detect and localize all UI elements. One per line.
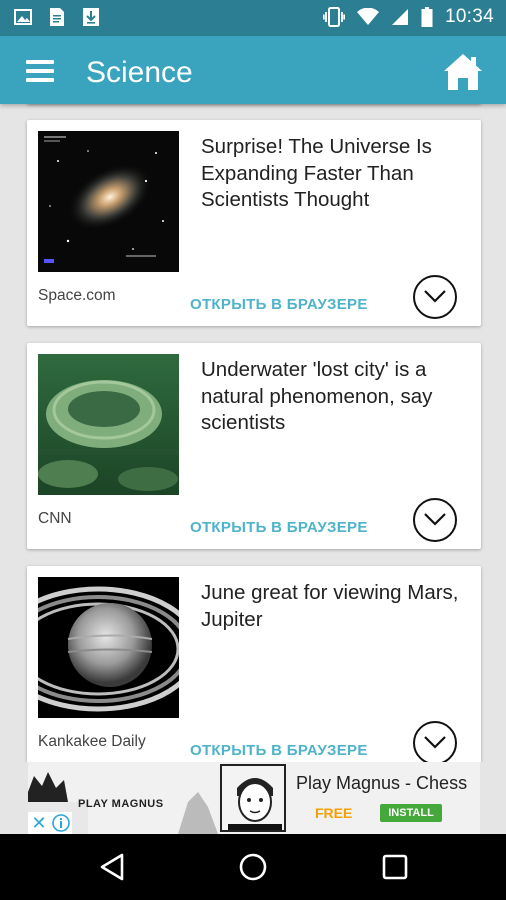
article-card[interactable]: Underwater 'lost city' is a natural phen…	[27, 343, 481, 549]
article-source: CNN	[38, 510, 72, 527]
status-bar: 10:34	[0, 0, 506, 36]
page-title: Science	[86, 56, 193, 89]
chess-champion-portrait	[220, 764, 286, 832]
app-bar: Science	[0, 36, 506, 104]
ad-install-button[interactable]: INSTALL	[380, 804, 442, 822]
vibrate-icon	[322, 7, 345, 27]
home-circle-icon[interactable]	[238, 852, 268, 882]
back-icon[interactable]	[98, 852, 128, 882]
chevron-down-icon[interactable]	[413, 721, 457, 762]
article-title[interactable]: June great for viewing Mars, Jupiter	[201, 580, 471, 633]
open-in-browser-link[interactable]: ОТКРЫТЬ В БРАУЗЕРЕ	[190, 296, 368, 313]
document-icon	[50, 8, 64, 26]
home-icon[interactable]	[442, 52, 484, 92]
underwater-formation-image	[38, 354, 179, 495]
chevron-down-icon[interactable]	[413, 498, 457, 542]
open-in-browser-link[interactable]: ОТКРЫТЬ В БРАУЗЕРЕ	[190, 742, 368, 759]
ad-price: FREE	[315, 805, 353, 821]
article-card[interactable]: Surprise! The Universe Is Expanding Fast…	[27, 120, 481, 326]
galaxy-image	[38, 131, 179, 272]
ad-logo: PLAY MAGNUS	[78, 798, 164, 810]
article-card[interactable]: June great for viewing Mars, Jupiter Kan…	[27, 566, 481, 762]
clock: 10:34	[444, 6, 494, 27]
article-title[interactable]: Underwater 'lost city' is a natural phen…	[201, 357, 471, 437]
open-in-browser-link[interactable]: ОТКРЫТЬ В БРАУЗЕРЕ	[190, 519, 368, 536]
navigation-bar	[0, 834, 506, 900]
article-source: Space.com	[38, 287, 116, 304]
chevron-down-icon[interactable]	[413, 275, 457, 319]
image-icon	[14, 9, 32, 25]
ad-title[interactable]: Play Magnus - Chess	[296, 773, 467, 794]
wifi-icon	[356, 8, 379, 25]
hamburger-menu-icon[interactable]	[26, 60, 54, 82]
battery-icon	[421, 7, 433, 27]
signal-icon	[391, 9, 408, 25]
download-icon	[83, 8, 99, 26]
close-icon[interactable]: ✕	[28, 812, 50, 834]
article-title[interactable]: Surprise! The Universe Is Expanding Fast…	[201, 134, 471, 214]
saturn-image	[38, 577, 179, 718]
article-source: Kankakee Daily	[38, 733, 146, 750]
info-icon[interactable]	[50, 812, 72, 834]
ad-banner[interactable]: PLAY MAGNUS Play Magnus - Chess FREE INS…	[28, 762, 480, 834]
article-list: Surprise! The Universe Is Expanding Fast…	[0, 104, 506, 762]
recents-icon[interactable]	[380, 852, 410, 882]
